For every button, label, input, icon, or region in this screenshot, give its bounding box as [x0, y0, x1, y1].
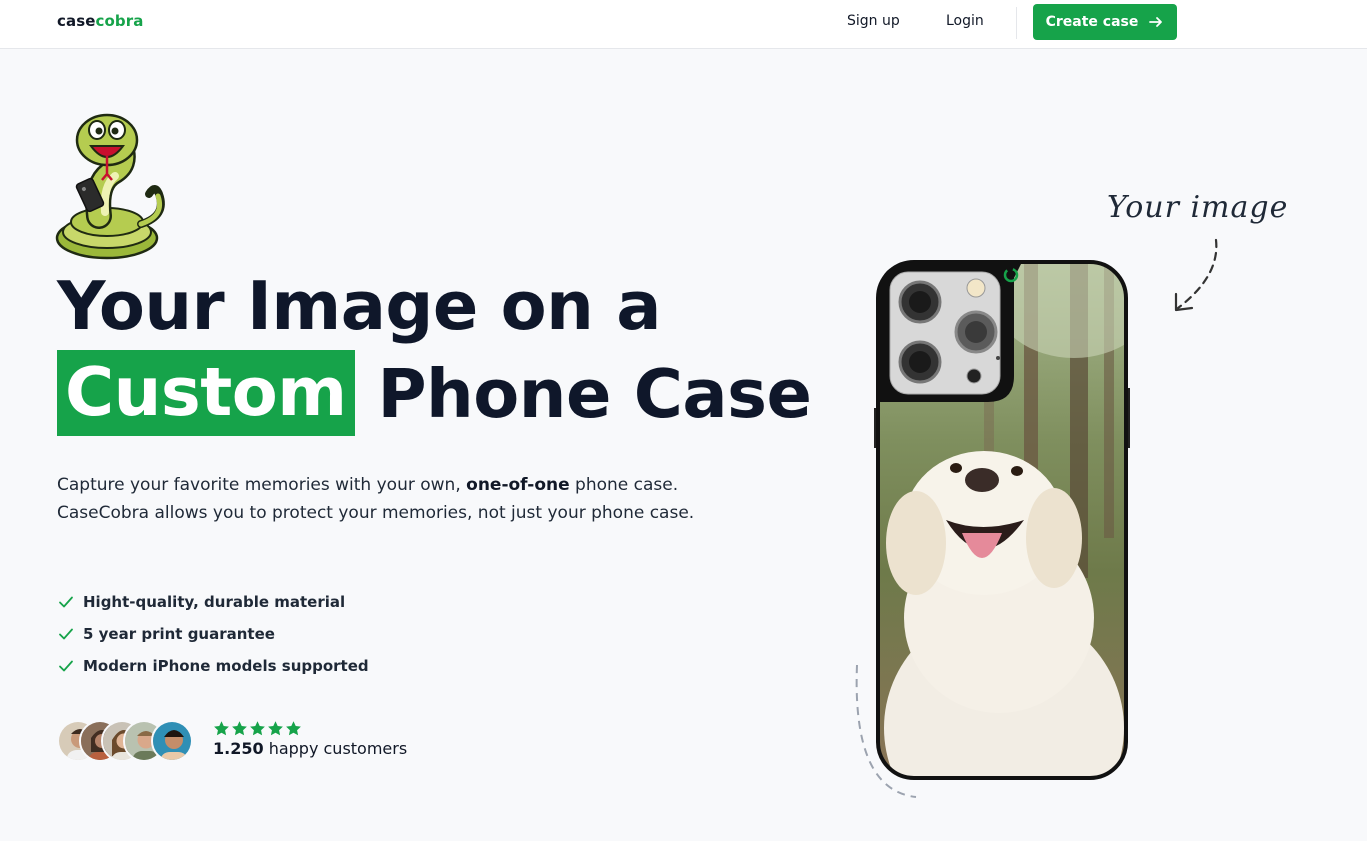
customers-count-text: 1.250 happy customers	[213, 739, 407, 758]
feature-text: 5 year print guarantee	[83, 625, 275, 643]
create-case-button[interactable]: Create case	[1033, 4, 1177, 40]
feature-item: 5 year print guarantee	[57, 618, 369, 650]
hero-description: Capture your favorite memories with your…	[57, 471, 717, 527]
feature-item: Modern iPhone models supported	[57, 650, 369, 682]
your-image-label: Your image	[1107, 190, 1289, 225]
logo-part-2: cobra	[95, 12, 144, 30]
feature-item: Hight-quality, durable material	[57, 586, 369, 618]
snake-mascot-illustration	[55, 112, 173, 260]
phone-case-preview	[874, 258, 1130, 782]
create-case-label: Create case	[1045, 14, 1139, 30]
headline-line-2: Custom Phone Case	[57, 350, 812, 438]
check-icon	[57, 625, 75, 643]
logo[interactable]: casecobra	[57, 12, 143, 30]
customers-label: happy customers	[263, 739, 408, 758]
star-icon	[231, 720, 248, 741]
rating-stars	[213, 720, 302, 741]
login-link[interactable]: Login	[946, 13, 984, 29]
star-icon	[213, 720, 230, 741]
customer-avatars	[57, 720, 197, 764]
star-icon	[249, 720, 266, 741]
check-icon	[57, 657, 75, 675]
hero-headline: Your Image on a Custom Phone Case	[57, 262, 812, 438]
nav-divider	[1016, 7, 1017, 39]
feature-list: Hight-quality, durable material 5 year p…	[57, 586, 369, 682]
headline-highlight: Custom	[57, 350, 355, 436]
dashed-arrow-icon	[1168, 236, 1228, 320]
signup-link[interactable]: Sign up	[847, 13, 900, 29]
arrow-right-icon	[1148, 14, 1164, 30]
avatar	[151, 720, 193, 762]
feature-text: Hight-quality, durable material	[83, 593, 346, 611]
navbar: casecobra Sign up Login Create case	[0, 0, 1367, 49]
customers-count: 1.250	[213, 739, 264, 758]
headline-rest: Phone Case	[377, 355, 812, 433]
check-icon	[57, 593, 75, 611]
logo-part-1: case	[57, 12, 96, 30]
feature-text: Modern iPhone models supported	[83, 657, 369, 675]
star-icon	[285, 720, 302, 741]
description-part-1: Capture your favorite memories with your…	[57, 475, 467, 495]
headline-line-1: Your Image on a	[57, 267, 661, 345]
star-icon	[267, 720, 284, 741]
description-bold: one-of-one	[466, 475, 570, 495]
